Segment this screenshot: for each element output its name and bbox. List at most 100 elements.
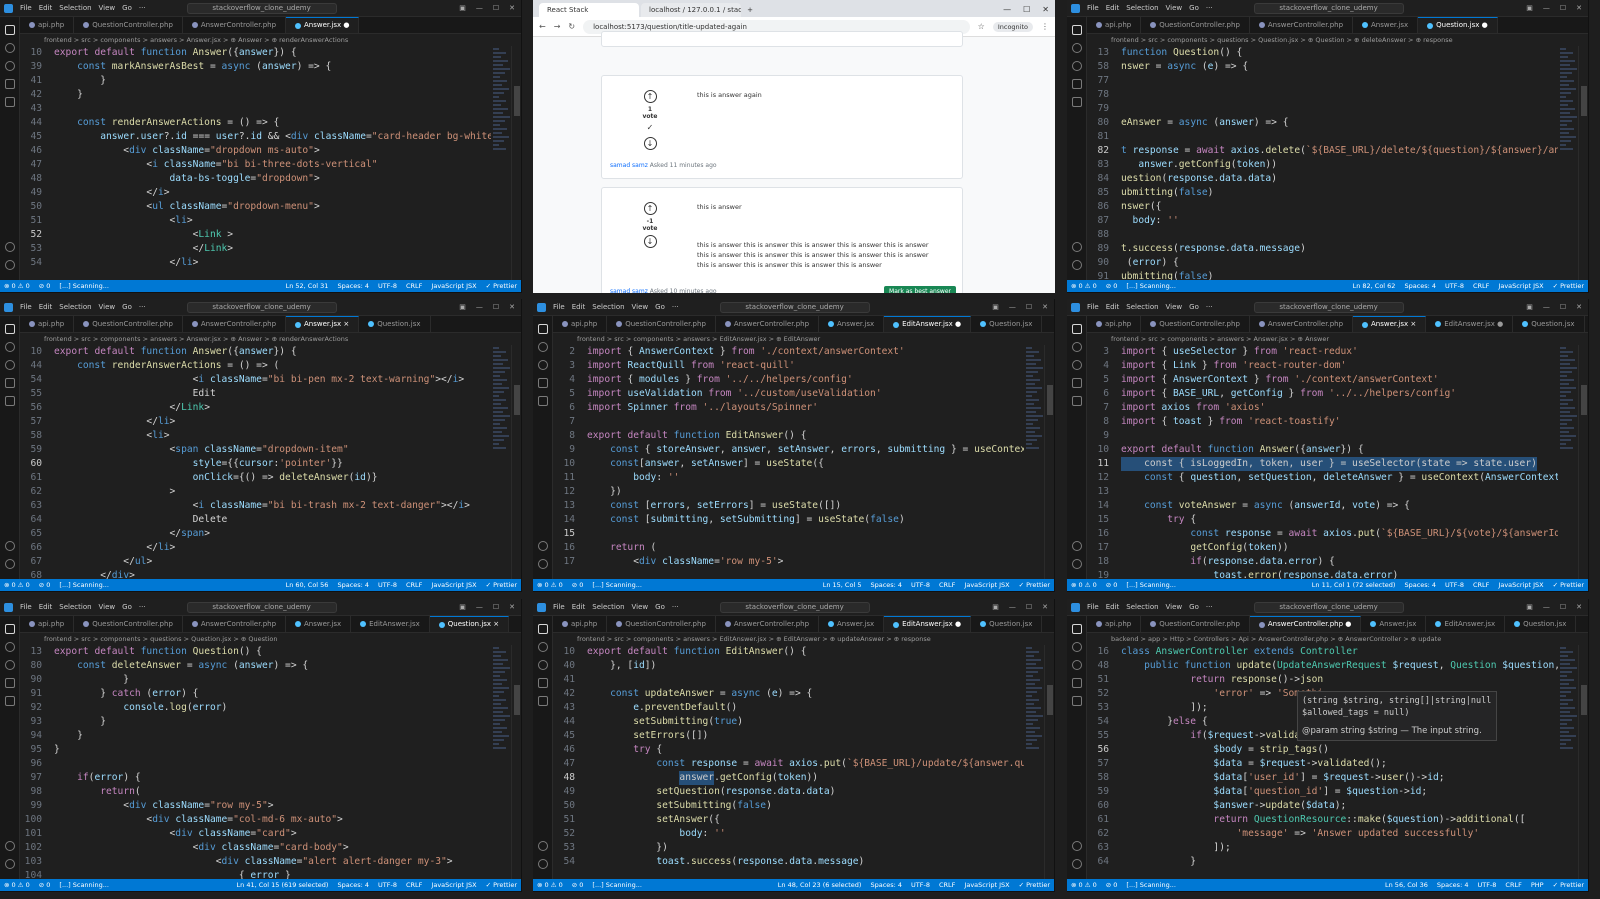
minimap[interactable] — [491, 46, 511, 280]
code-editor[interactable]: 2 import { AnswerContext } from './contex… — [553, 345, 1024, 579]
line-ending[interactable]: CRLF — [1473, 282, 1489, 290]
source-control-icon[interactable] — [1071, 61, 1082, 71]
source-control-icon[interactable] — [1071, 360, 1082, 370]
editor-tab[interactable]: api.php — [20, 17, 75, 33]
minimap[interactable] — [491, 345, 511, 579]
account-icon[interactable] — [537, 841, 548, 851]
editor-tab[interactable]: api.php — [20, 316, 75, 332]
menu-item[interactable]: Edit — [1106, 303, 1120, 311]
editor-tab[interactable]: AnswerController.php — [183, 616, 287, 632]
explorer-icon[interactable] — [4, 25, 15, 35]
cursor-position[interactable]: Ln 56, Col 36 — [1385, 881, 1428, 889]
scrollbar-thumb[interactable] — [1047, 685, 1053, 715]
vertical-scrollbar[interactable] — [1578, 345, 1588, 579]
search-icon[interactable] — [1071, 43, 1082, 53]
menu-item[interactable]: Go — [1189, 303, 1199, 311]
menu-item[interactable]: View — [99, 303, 116, 311]
run-debug-icon[interactable] — [537, 378, 548, 388]
command-center-search[interactable]: stackoverflow_clone_udemy — [186, 301, 337, 313]
editor-tab[interactable]: EditAnswer.jsx — [1426, 616, 1506, 632]
explorer-icon[interactable] — [1071, 324, 1082, 334]
command-center-search[interactable]: stackoverflow_clone_udemy — [1253, 301, 1404, 313]
account-icon[interactable] — [4, 242, 15, 252]
maximize-icon[interactable]: ☐ — [1026, 303, 1032, 311]
layout-icon[interactable]: ▣ — [1526, 603, 1533, 611]
menu-item[interactable]: ··· — [139, 603, 146, 611]
source-control-icon[interactable] — [537, 660, 548, 670]
menu-item[interactable]: Go — [122, 603, 132, 611]
editor-tab[interactable]: AnswerController.php — [1250, 316, 1354, 332]
new-tab-button[interactable]: + — [743, 3, 757, 17]
mark-best-answer-button[interactable]: Mark as best answer — [884, 286, 956, 293]
close-icon[interactable]: ✕ — [509, 603, 515, 611]
problems-indicator[interactable]: ⊗ 0 ⚠ 0 — [4, 581, 30, 589]
prettier-status[interactable]: ✓ Prettier — [1553, 282, 1584, 290]
editor-tab[interactable]: QuestionController.php — [74, 316, 183, 332]
menu-item[interactable]: Go — [655, 603, 665, 611]
command-center-search[interactable]: stackoverflow_clone_udemy — [719, 601, 870, 613]
menu-item[interactable]: Edit — [39, 303, 53, 311]
browser-tab[interactable]: localhost / 127.0.0.1 / stack_ov... — [641, 3, 741, 17]
encoding[interactable]: UTF-8 — [1445, 282, 1464, 290]
source-control-icon[interactable] — [1071, 660, 1082, 670]
extensions-icon[interactable] — [1071, 97, 1082, 107]
scrollbar-thumb[interactable] — [514, 685, 520, 715]
encoding[interactable]: UTF-8 — [1477, 881, 1496, 889]
editor-tab[interactable]: AnswerController.php — [1250, 17, 1354, 33]
menu-item[interactable]: File — [20, 603, 32, 611]
menu-item[interactable]: File — [1087, 603, 1099, 611]
incognito-badge[interactable]: Incognito — [992, 21, 1033, 32]
maximize-icon[interactable]: ☐ — [1023, 5, 1030, 14]
menu-item[interactable]: ··· — [139, 303, 146, 311]
downvote-icon[interactable]: ↓ — [643, 137, 657, 150]
maximize-icon[interactable]: ☐ — [1560, 603, 1566, 611]
maximize-icon[interactable]: ☐ — [493, 4, 499, 12]
language-mode[interactable]: JavaScript JSX — [964, 881, 1009, 889]
line-ending[interactable]: CRLF — [1505, 881, 1521, 889]
settings-gear-icon[interactable] — [1071, 859, 1082, 869]
run-debug-icon[interactable] — [537, 678, 548, 688]
search-icon[interactable] — [537, 342, 548, 352]
editor-tab[interactable]: QuestionController.php — [1141, 17, 1250, 33]
minimap[interactable] — [1558, 645, 1578, 879]
cursor-position[interactable]: Ln 60, Col 56 — [286, 581, 329, 589]
code-editor[interactable]: 10 export default function Answer({answer… — [20, 345, 491, 579]
close-icon[interactable]: ✕ — [1042, 5, 1049, 14]
editor-tab[interactable]: Answer.jsx — [286, 616, 352, 632]
maximize-icon[interactable]: ☐ — [1026, 603, 1032, 611]
upvote-icon[interactable]: ↑ — [643, 202, 657, 215]
indent-setting[interactable]: Spaces: 4 — [1437, 881, 1469, 889]
prettier-status[interactable]: ✓ Prettier — [486, 881, 517, 889]
run-debug-icon[interactable] — [4, 79, 15, 89]
run-debug-icon[interactable] — [1071, 378, 1082, 388]
explorer-icon[interactable] — [1071, 624, 1082, 634]
vertical-scrollbar[interactable] — [1044, 345, 1054, 579]
editor-tab[interactable]: Answer.jsx ● — [286, 17, 360, 33]
settings-gear-icon[interactable] — [4, 559, 15, 569]
breadcrumb[interactable]: frontend > src > components > answers > … — [20, 34, 521, 46]
menu-item[interactable]: View — [1166, 4, 1183, 12]
menu-item[interactable]: ··· — [1206, 303, 1213, 311]
encoding[interactable]: UTF-8 — [378, 581, 397, 589]
indent-setting[interactable]: Spaces: 4 — [1404, 282, 1436, 290]
problems-indicator[interactable]: ⊗ 0 ⚠ 0 — [1071, 282, 1097, 290]
run-debug-icon[interactable] — [4, 378, 15, 388]
browser-menu-icon[interactable]: ⋮ — [1041, 22, 1049, 31]
menu-item[interactable]: Go — [655, 303, 665, 311]
menu-item[interactable]: Selection — [1126, 4, 1158, 12]
prettier-status[interactable]: ✓ Prettier — [486, 581, 517, 589]
close-icon[interactable]: ✕ — [1576, 303, 1582, 311]
layout-icon[interactable]: ▣ — [459, 603, 466, 611]
extensions-icon[interactable] — [4, 396, 15, 406]
settings-gear-icon[interactable] — [537, 559, 548, 569]
ports-indicator[interactable]: ⊘ 0 — [1106, 581, 1118, 589]
menu-item[interactable]: Go — [122, 303, 132, 311]
editor-tab[interactable]: AnswerController.php — [716, 316, 820, 332]
search-icon[interactable] — [4, 43, 15, 53]
problems-indicator[interactable]: ⊗ 0 ⚠ 0 — [1071, 881, 1097, 889]
menu-item[interactable]: Edit — [572, 603, 586, 611]
minimize-icon[interactable]: — — [476, 4, 483, 12]
indent-setting[interactable]: Spaces: 4 — [337, 581, 369, 589]
upvote-icon[interactable]: ↑ — [643, 90, 657, 103]
close-icon[interactable]: ✕ — [509, 303, 515, 311]
